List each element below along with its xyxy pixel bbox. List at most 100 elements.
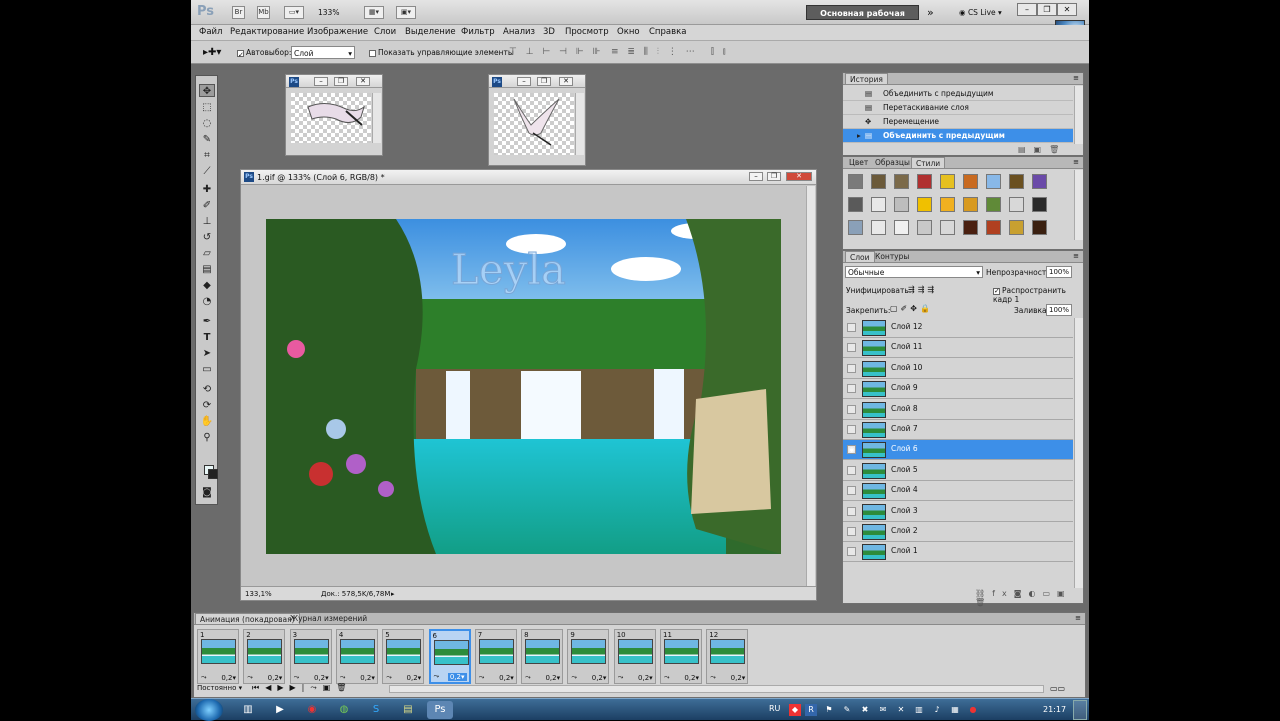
tab-swatches[interactable]: Образцы	[871, 157, 914, 168]
mini-scrollbar[interactable]	[372, 93, 381, 143]
style-swatch[interactable]	[963, 174, 978, 189]
tray-icon[interactable]: ✉	[877, 704, 889, 716]
menu-3d[interactable]: 3D	[543, 27, 555, 37]
style-swatch[interactable]	[848, 174, 863, 189]
frame-disposal-icon[interactable]: ⤳	[479, 673, 485, 682]
menu-select[interactable]: Выделение	[405, 27, 456, 37]
healing-brush-tool-icon[interactable]: ✚	[199, 183, 215, 196]
volume-icon[interactable]: ♪	[931, 704, 943, 716]
mini-minimize-button-2[interactable]: –	[517, 77, 531, 86]
autoselect-checkbox[interactable]: Автовыбор:	[237, 46, 291, 59]
double-chevron-icon[interactable]: »	[927, 6, 934, 19]
style-swatch[interactable]	[848, 197, 863, 212]
styles-scrollbar[interactable]	[1074, 170, 1083, 240]
show-desktop-button[interactable]	[1073, 700, 1087, 720]
blur-tool-icon[interactable]: ◆	[199, 279, 215, 292]
frame-delay[interactable]: 0,2▾	[314, 674, 329, 682]
move-tool-preset-icon[interactable]: ▸✚▾	[203, 46, 221, 59]
menu-help[interactable]: Справка	[649, 27, 686, 37]
layers-scrollbar[interactable]	[1074, 318, 1083, 588]
cs-live-button[interactable]: ◉ CS Live ▾	[959, 8, 1002, 17]
tab-styles[interactable]: Стили	[911, 157, 946, 168]
language-indicator[interactable]: RU	[769, 704, 780, 713]
frame-disposal-icon[interactable]: ⤳	[710, 673, 716, 682]
visibility-toggle[interactable]	[847, 323, 856, 332]
menu-image[interactable]: Изображение	[307, 27, 368, 37]
history-item[interactable]: ✥ Перемещение	[843, 115, 1073, 129]
start-button[interactable]	[195, 699, 223, 721]
history-item[interactable]: ▤ Объединить с предыдущим	[843, 87, 1073, 101]
frame-disposal-icon[interactable]: ⤳	[434, 672, 440, 681]
style-swatch[interactable]	[871, 220, 886, 235]
3d-rotate-tool-icon[interactable]: ⟲	[199, 383, 215, 396]
animation-frame[interactable]: 8 ⤳ 0,2▾	[521, 629, 564, 684]
animation-frame[interactable]: 7 ⤳ 0,2▾	[474, 629, 517, 684]
mini-document-window[interactable]: Ps – ❐ ✕	[285, 74, 383, 156]
frame-delay[interactable]: 0,2▾	[638, 674, 653, 682]
fill-input[interactable]: 100%	[1046, 304, 1072, 316]
frame-disposal-icon[interactable]: ⤳	[294, 673, 300, 682]
eye-icon[interactable]: ◉	[847, 445, 856, 455]
status-menu-arrow-icon[interactable]: ▸	[391, 588, 395, 601]
frame-disposal-icon[interactable]: ⤳	[664, 673, 670, 682]
frame-delay[interactable]: 0,2▾	[499, 674, 514, 682]
tray-icon[interactable]: ⚑	[823, 704, 835, 716]
mini-restore-button-2[interactable]: ❐	[537, 77, 551, 86]
menu-analysis[interactable]: Анализ	[503, 27, 535, 37]
mini-close-button-2[interactable]: ✕	[559, 77, 573, 86]
propagate-frame-checkbox[interactable]: Распространить кадр 1	[993, 286, 1083, 304]
eyedropper-tool-icon[interactable]: ⟋	[199, 165, 215, 178]
history-item[interactable]: ▤ Перетаскивание слоя	[843, 101, 1073, 115]
visibility-toggle[interactable]	[847, 527, 856, 536]
zoom-level[interactable]: 133%	[318, 8, 339, 17]
mini-document-window-2[interactable]: Ps – ❐ ✕	[488, 74, 586, 166]
frame-delay[interactable]: 0,2▾	[407, 674, 422, 682]
blend-mode-dropdown[interactable]: Обычные ▾	[845, 266, 983, 278]
style-swatch[interactable]	[917, 197, 932, 212]
loop-dropdown[interactable]: Постоянно ▾	[197, 684, 242, 692]
bridge-button[interactable]: Br	[232, 6, 245, 19]
marquee-tool-icon[interactable]: ⬚	[199, 101, 215, 114]
playback-controls[interactable]: ⏮◀▶▶|⤳▣🗑	[252, 683, 352, 693]
frame-delay[interactable]: 0,2▾	[268, 674, 283, 682]
history-brush-tool-icon[interactable]: ↺	[199, 231, 215, 244]
animation-frame[interactable]: 5 ⤳ 0,2▾	[382, 629, 425, 684]
style-swatch[interactable]	[1032, 174, 1047, 189]
panel-menu-icon[interactable]: ≡	[1073, 158, 1079, 166]
screen-mode-button[interactable]: ▣▾	[396, 6, 416, 19]
animation-frame[interactable]: 4 ⤳ 0,2▾	[335, 629, 378, 684]
visibility-toggle[interactable]	[847, 404, 856, 414]
style-swatch[interactable]	[848, 220, 863, 235]
tab-measurement-log[interactable]: Журнал измерений	[286, 613, 371, 624]
mini-document-titlebar[interactable]: Ps – ❐ ✕	[286, 75, 382, 88]
visibility-toggle[interactable]	[847, 465, 856, 475]
animation-frame[interactable]: 1 ⤳ 0,2▾	[197, 629, 239, 684]
frame-disposal-icon[interactable]: ⤳	[618, 673, 624, 682]
frame-delay[interactable]: 0,2▾	[731, 674, 746, 682]
frame-delay[interactable]: 0,2▾	[360, 674, 375, 682]
unify-buttons[interactable]: ⇶⇶⇶	[908, 285, 937, 294]
layer-row[interactable]: Слой 4	[843, 481, 1073, 502]
eraser-tool-icon[interactable]: ▱	[199, 247, 215, 260]
history-footer-buttons[interactable]: ▤▣🗑	[1018, 145, 1067, 154]
style-swatch[interactable]	[940, 174, 955, 189]
mini-scrollbar-2[interactable]	[575, 93, 584, 155]
menu-window[interactable]: Окно	[617, 27, 640, 37]
layer-row[interactable]: Слой 2	[843, 522, 1073, 542]
show-controls-checkbox[interactable]: Показать управляющие элементы	[369, 46, 514, 59]
style-swatch[interactable]	[1032, 197, 1047, 212]
layer-row[interactable]: Слой 12	[843, 318, 1073, 338]
style-swatch[interactable]	[986, 197, 1001, 212]
doc-minimize-button[interactable]: –	[749, 172, 763, 181]
power-icon[interactable]: ▦	[949, 704, 961, 716]
mini-minimize-button[interactable]: –	[314, 77, 328, 86]
frame-delay[interactable]: 0,2▾	[545, 674, 560, 682]
frame-disposal-icon[interactable]: ⤳	[571, 673, 577, 682]
frame-delay[interactable]: 0,2▾	[592, 674, 607, 682]
quick-mask-icon[interactable]: ◙	[199, 486, 215, 499]
animation-frame[interactable]: 10 ⤳ 0,2▾	[613, 629, 656, 684]
history-item-active[interactable]: ▸ ▤ Объединить с предыдущим	[843, 129, 1073, 143]
lock-buttons[interactable]: ▢✐✥🔒	[890, 304, 933, 313]
tray-icon-ru[interactable]: R	[805, 704, 817, 716]
layers-footer-buttons[interactable]: ⛓fx◙◐▭▣🗑	[975, 589, 1083, 607]
